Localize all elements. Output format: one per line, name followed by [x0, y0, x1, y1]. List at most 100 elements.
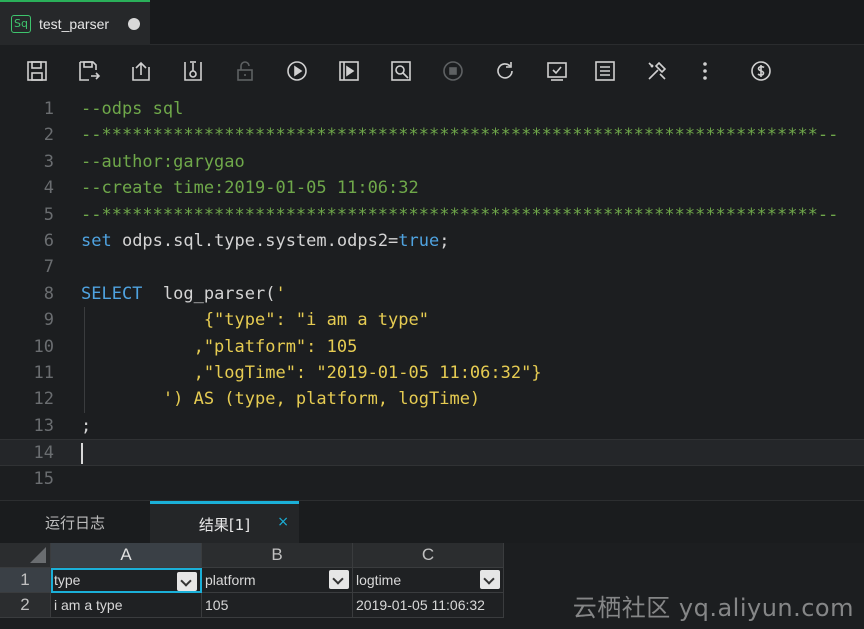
code-line[interactable]: 3 --author:garygao — [0, 149, 864, 175]
grid-cell-b1[interactable]: platform — [202, 568, 353, 593]
column-header-b[interactable]: B — [202, 543, 353, 568]
tab-run-log[interactable]: 运行日志 — [0, 501, 150, 544]
cell-text: type — [54, 572, 81, 588]
code-line[interactable]: 2 --*************************************… — [0, 122, 864, 148]
bottom-panel-tabs: 运行日志 结果[1] × — [0, 500, 864, 544]
watermark: 云栖社区 yq.aliyun.com — [572, 594, 854, 622]
code-line[interactable]: 4 --create time:2019-01-05 11:06:32 — [0, 175, 864, 201]
tab-title: test_parser — [39, 15, 110, 32]
more-icon[interactable] — [693, 59, 717, 83]
filter-dropdown-icon[interactable] — [177, 572, 197, 591]
grid-cell-a2[interactable]: i am a type — [51, 593, 202, 618]
stop-icon — [441, 59, 465, 83]
row-header-2[interactable]: 2 — [0, 593, 51, 618]
code-text: --author:garygao — [81, 149, 245, 175]
grid-corner[interactable] — [0, 543, 51, 568]
code-line[interactable]: 12 ') AS (type, platform, logTime) — [0, 386, 864, 412]
line-number: 13 — [33, 415, 54, 436]
sql-editor[interactable]: 1 --odps sql 2 --**************************… — [0, 96, 864, 500]
cost-estimate-icon[interactable] — [749, 59, 773, 83]
tab-result[interactable]: 结果[1] × — [150, 501, 299, 544]
text-cursor — [81, 443, 83, 465]
code-text: --**************************************… — [81, 202, 838, 228]
row-header-1[interactable]: 1 — [0, 568, 51, 593]
code-token: --create time:2019-01-05 11:06:32 — [81, 178, 419, 199]
log-icon[interactable] — [593, 59, 617, 83]
upload-icon[interactable] — [129, 59, 153, 83]
filter-dropdown-icon[interactable] — [480, 570, 500, 589]
line-number: 2 — [43, 125, 54, 146]
code-token: --**************************************… — [81, 125, 839, 146]
line-number: 11 — [33, 363, 54, 383]
line-number: 14 — [33, 443, 54, 464]
code-token: ; — [81, 415, 92, 436]
code-token: --odps sql — [81, 99, 184, 119]
line-number: 15 — [33, 468, 54, 489]
code-line[interactable]: 14 — [0, 439, 864, 466]
code-text: {"type": "i am a type" — [81, 307, 429, 333]
save-as-icon[interactable] — [77, 59, 101, 83]
code-line[interactable]: 8 SELECT log_parser(' — [0, 281, 864, 307]
code-line[interactable]: 15 — [0, 466, 864, 492]
line-number: 5 — [43, 204, 54, 225]
tab-test-parser[interactable]: Sq test_parser — [0, 0, 150, 45]
line-number: 4 — [43, 178, 54, 199]
code-line[interactable]: 13; — [0, 413, 864, 439]
line-number: 12 — [33, 389, 54, 410]
grid-cell-c2[interactable]: 2019-01-05 11:06:32 — [353, 593, 504, 618]
select-all-icon — [30, 547, 46, 563]
cell-text: platform — [205, 572, 256, 588]
code-text: ,"platform": 105 — [81, 334, 358, 360]
line-number: 9 — [43, 310, 54, 331]
line-number: 6 — [43, 231, 54, 251]
close-icon[interactable]: × — [277, 514, 289, 530]
tools-icon[interactable] — [645, 59, 669, 83]
line-number: 8 — [43, 283, 54, 304]
code-token: ; — [439, 231, 450, 251]
code-text: --odps sql — [81, 96, 183, 122]
code-line[interactable]: 9 {"type": "i am a type" — [0, 307, 864, 333]
code-token: odps.sql.type.system.odps2= — [111, 231, 399, 251]
column-header-a[interactable]: A — [51, 543, 202, 568]
code-token: log_parser( — [142, 283, 276, 304]
line-number: 3 — [43, 151, 54, 172]
run-with-params-icon[interactable] — [337, 59, 361, 83]
commit-icon[interactable] — [181, 59, 205, 83]
format-check-icon[interactable] — [545, 59, 569, 83]
code-token: ,"logTime": "2019-01-05 11:06:32"} — [81, 363, 542, 383]
code-token: ') AS (type, platform, logTime) — [81, 389, 481, 410]
code-token: ,"platform": 105 — [81, 336, 358, 357]
code-line[interactable]: 10 ,"platform": 105 — [0, 334, 864, 360]
line-number: 1 — [43, 99, 54, 119]
code-line[interactable]: 5 --*************************************… — [0, 202, 864, 228]
code-line[interactable]: 1 --odps sql — [0, 96, 864, 122]
code-token: true — [398, 231, 440, 251]
code-text: ') AS (type, platform, logTime) — [81, 386, 480, 412]
grid-cell-a1[interactable]: type — [51, 568, 202, 593]
code-text: SELECT log_parser(' — [81, 281, 286, 307]
editor-tab-strip: Sq test_parser — [0, 0, 864, 45]
line-number: 7 — [43, 257, 54, 278]
code-text: --**************************************… — [81, 122, 838, 148]
run-icon[interactable] — [285, 59, 309, 83]
cell-text: logtime — [356, 572, 402, 588]
sql-file-icon: Sq — [11, 14, 31, 33]
unsaved-dot-icon[interactable] — [128, 18, 140, 30]
code-line[interactable]: 11 ,"logTime": "2019-01-05 11:06:32"} — [0, 360, 864, 386]
code-text: ,"logTime": "2019-01-05 11:06:32"} — [81, 360, 542, 386]
code-line[interactable]: 7 — [0, 254, 864, 280]
cost-check-icon[interactable] — [389, 59, 413, 83]
code-token: --**************************************… — [81, 204, 839, 225]
grid-cell-b2[interactable]: 105 — [202, 593, 353, 618]
code-token: {"type": "i am a type" — [81, 310, 429, 331]
grid-cell-c1[interactable]: logtime — [353, 568, 504, 593]
toolbar — [0, 46, 864, 96]
code-text: ; — [81, 413, 91, 439]
code-text: --create time:2019-01-05 11:06:32 — [81, 175, 419, 201]
code-token: SELECT — [81, 283, 143, 304]
column-header-c[interactable]: C — [353, 543, 504, 568]
save-icon[interactable] — [25, 59, 49, 83]
code-line[interactable]: 6 set odps.sql.type.system.odps2=true; — [0, 228, 864, 254]
filter-dropdown-icon[interactable] — [329, 570, 349, 589]
refresh-icon[interactable] — [493, 59, 517, 83]
